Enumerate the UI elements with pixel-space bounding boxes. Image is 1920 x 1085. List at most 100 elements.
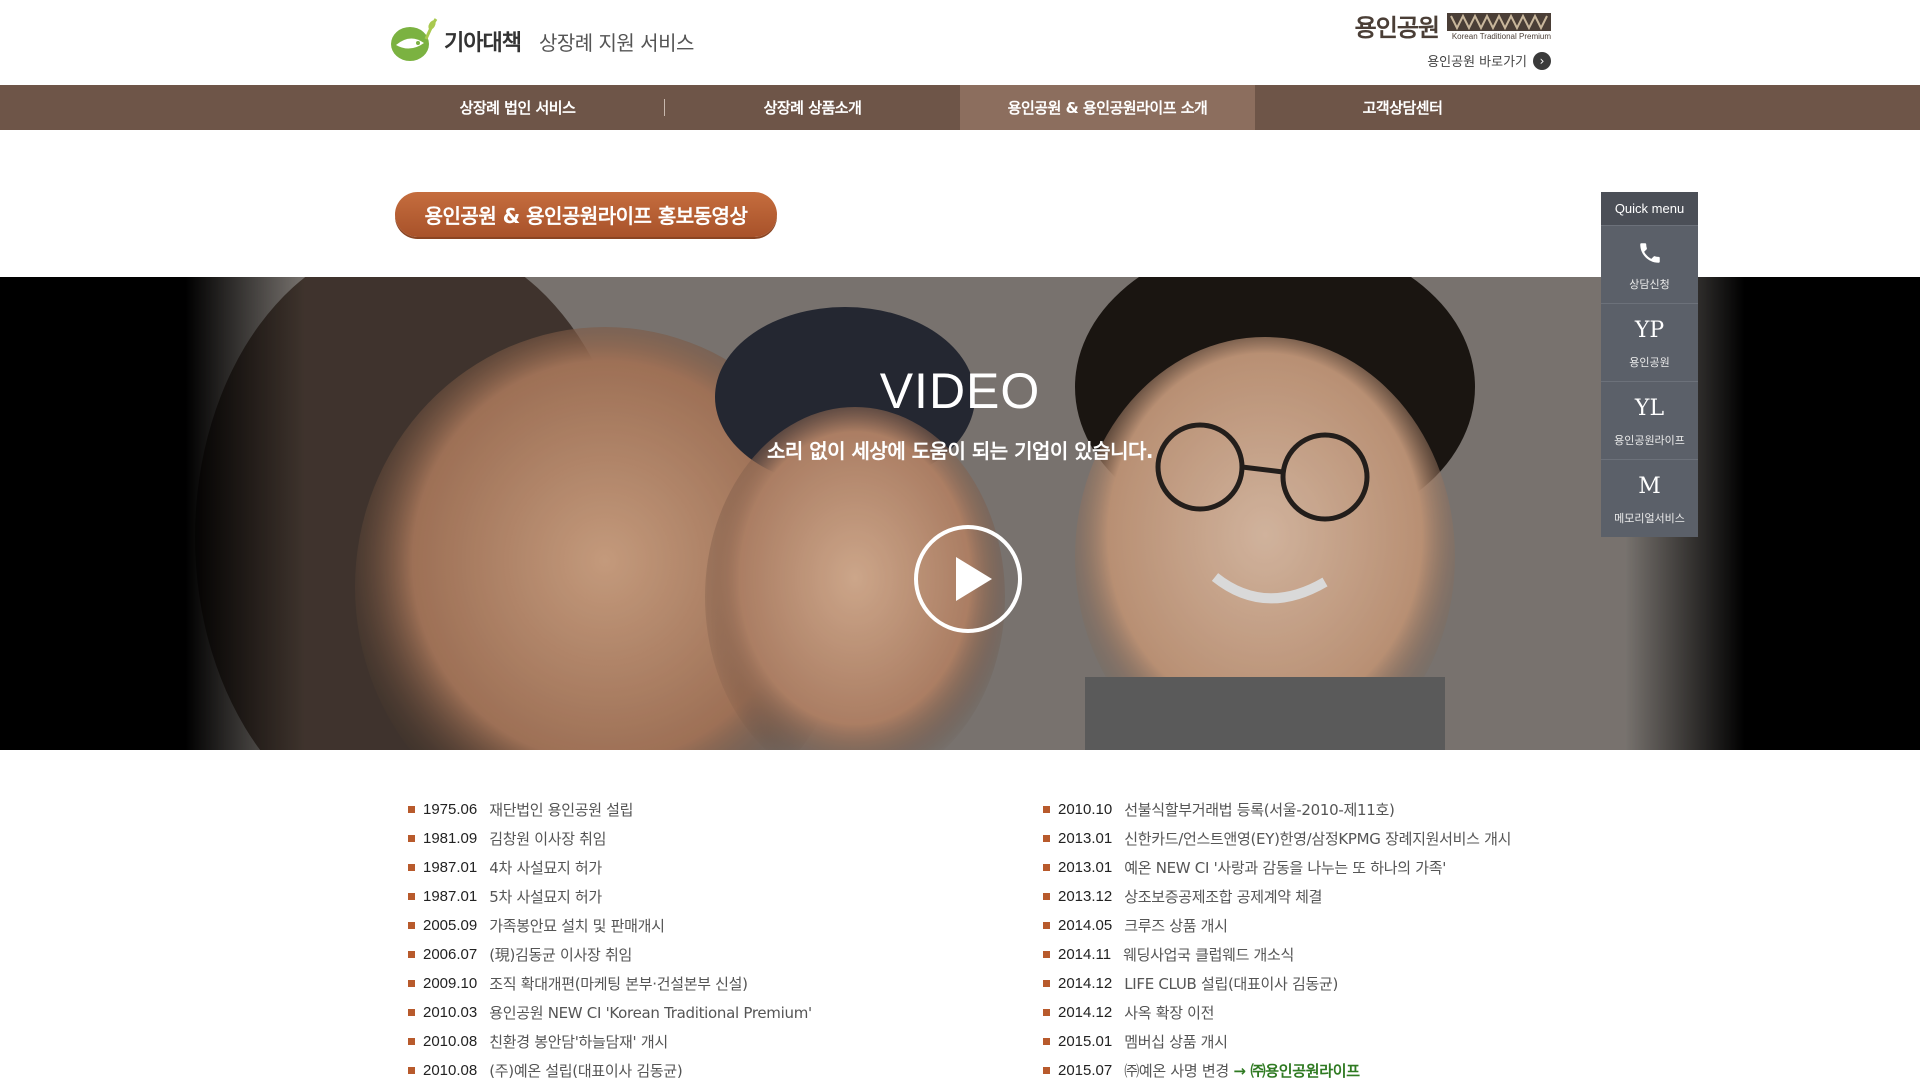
bullet-icon: [1043, 864, 1050, 871]
bullet-icon: [1043, 951, 1050, 958]
history-text: 멤버십 상품 개시: [1124, 1033, 1228, 1051]
history-text: 용인공원 NEW CI 'Korean Traditional Premium': [489, 1004, 812, 1022]
history-text: 크루즈 상품 개시: [1124, 917, 1228, 935]
play-button[interactable]: [914, 525, 1022, 633]
history-date: 1975.06: [423, 801, 478, 818]
bullet-icon: [408, 806, 415, 813]
history-text: 선불식할부거래법 등록(서울-2010-제11호): [1124, 801, 1395, 819]
partner-link[interactable]: 용인공원 바로가기 ›: [1427, 51, 1551, 70]
history-date: 2013.01: [1058, 859, 1113, 876]
history-item: 2010.10 선불식할부거래법 등록(서울-2010-제11호): [1043, 795, 1511, 824]
quick-item-memorial[interactable]: M 메모리얼서비스: [1601, 459, 1698, 537]
history-date: 2013.01: [1058, 830, 1113, 847]
history-item: 1981.09 김창원 이사장 취임: [408, 824, 812, 853]
bullet-icon: [1043, 1009, 1050, 1016]
history-date: 2014.12: [1058, 975, 1113, 992]
history-list-right: 2010.10 선불식할부거래법 등록(서울-2010-제11호) 2013.01…: [1043, 795, 1511, 1085]
history-item: 2014.12 LIFE CLUB 설립(대표이사 김동균): [1043, 969, 1511, 998]
history-text: LIFE CLUB 설립(대표이사 김동균): [1124, 975, 1339, 993]
bullet-icon: [1043, 806, 1050, 813]
partner-brand: 용인공원 Korean Traditional Premium 용인공원 바로가…: [1355, 8, 1551, 70]
bullet-icon: [408, 835, 415, 842]
site-header: 기아대책 상장례 지원 서비스 용인공원 Korean Traditional …: [0, 0, 1920, 85]
history-item: 2010.03 용인공원 NEW CI 'Korean Traditional P…: [408, 998, 812, 1027]
nav-item-products[interactable]: 상장례 상품소개: [665, 85, 960, 130]
bullet-icon: [408, 951, 415, 958]
history-text: (주)예온 설립(대표이사 김동균): [489, 1062, 683, 1080]
history-date: 2005.09: [423, 917, 478, 934]
bullet-icon: [408, 1038, 415, 1045]
history-text: 재단법인 용인공원 설립: [489, 801, 634, 819]
history-date: 2010.08: [423, 1062, 478, 1079]
history-item: 2014.05 크루즈 상품 개시: [1043, 911, 1511, 940]
history-item: 2013.12 상조보증공제조합 공제계약 체결: [1043, 882, 1511, 911]
history-text: 예온 NEW CI '사랑과 감동을 나누는 또 하나의 가족': [1124, 859, 1447, 877]
history-date: 2006.07: [423, 946, 478, 963]
history-item: 2015.07 ㈜예온 사명 변경 → ㈜용인공원라이프: [1043, 1056, 1511, 1085]
history-date: 2014.11: [1058, 946, 1112, 963]
partner-tagline: Korean Traditional Premium: [1451, 31, 1551, 41]
phone-icon: [1637, 238, 1663, 268]
yp-icon: YP: [1634, 318, 1665, 343]
bullet-icon: [1043, 835, 1050, 842]
history-text: (現)김동균 이사장 취임: [489, 946, 632, 964]
m-icon: M: [1638, 474, 1661, 499]
quick-item-yp[interactable]: YP 용인공원: [1601, 303, 1698, 381]
history-text: 가족봉안묘 설치 및 판매개시: [489, 917, 665, 935]
bullet-icon: [1043, 1038, 1050, 1045]
bullet-icon: [1043, 1067, 1050, 1074]
nav-item-customer-center[interactable]: 고객상담센터: [1255, 85, 1550, 130]
history-date: 2010.03: [423, 1004, 478, 1021]
history-item: 2010.08 친환경 봉안담'하늘담재' 개시: [408, 1027, 812, 1056]
history-text: 김창원 이사장 취임: [489, 830, 607, 848]
history-date: 1987.01: [423, 859, 478, 876]
history-item: 2013.01 신한카드/언스트앤영(EY)한영/삼정KPMG 장례지원서비스 개…: [1043, 824, 1511, 853]
history-text-main: ㈜예온 사명 변경: [1124, 1062, 1229, 1080]
history-date: 2015.07: [1058, 1062, 1113, 1079]
history-item: 2014.12 사옥 확장 이전: [1043, 998, 1511, 1027]
service-title: 상장례 지원 서비스: [538, 30, 694, 55]
partner-pattern-logo: Korean Traditional Premium: [1447, 12, 1551, 41]
history-date: 2009.10: [423, 975, 478, 992]
history-date: 1981.09: [423, 830, 478, 847]
history-text: 4차 사설묘지 허가: [489, 859, 602, 877]
history-date: 2010.10: [1058, 801, 1113, 818]
quick-menu-title: Quick menu: [1601, 192, 1698, 225]
history-list-left: 1975.06 재단법인 용인공원 설립 1981.09 김창원 이사장 취임 19…: [408, 795, 812, 1085]
history-text: 상조보증공제조합 공제계약 체결: [1124, 888, 1323, 906]
history-date: 2010.08: [423, 1033, 478, 1050]
history-text: 신한카드/언스트앤영(EY)한영/삼정KPMG 장례지원서비스 개시: [1124, 830, 1512, 848]
quick-item-consult[interactable]: 상담신청: [1601, 225, 1698, 303]
quick-menu: Quick menu 상담신청 YP 용인공원 YL 용인공원라이프 M 메모리…: [1601, 192, 1698, 537]
history-item: 2010.08 (주)예온 설립(대표이사 김동균): [408, 1056, 812, 1085]
history-text: 웨딩사업국 클럽웨드 개소식: [1123, 946, 1295, 964]
history-text: 5차 사설묘지 허가: [489, 888, 602, 906]
history-date: 2015.01: [1058, 1033, 1113, 1050]
history-text: 친환경 봉안담'하늘담재' 개시: [489, 1033, 668, 1051]
fish-leaf-logo-icon: [388, 17, 438, 65]
play-icon: [956, 557, 992, 601]
brand-name: 기아대책: [444, 31, 522, 56]
history-text: 사옥 확장 이전: [1124, 1004, 1215, 1022]
history-item: 1987.01 5차 사설묘지 허가: [408, 882, 812, 911]
bullet-icon: [1043, 922, 1050, 929]
yl-icon: YL: [1634, 396, 1665, 421]
nav-item-label: 상장례 법인 서비스: [459, 99, 576, 117]
bullet-icon: [1043, 980, 1050, 987]
site-logo[interactable]: 기아대책 상장례 지원 서비스: [388, 17, 694, 65]
chevron-right-icon: ›: [1533, 51, 1551, 70]
bullet-icon: [408, 893, 415, 900]
history-item: 2006.07 (現)김동균 이사장 취임: [408, 940, 812, 969]
history-item: 2013.01 예온 NEW CI '사랑과 감동을 나누는 또 하나의 가족': [1043, 853, 1511, 882]
history-item: 1975.06 재단법인 용인공원 설립: [408, 795, 812, 824]
nav-item-corporate-service[interactable]: 상장례 법인 서비스: [370, 85, 665, 130]
bullet-icon: [408, 864, 415, 871]
quick-item-label: 상담신청: [1629, 277, 1670, 291]
history-date: 2013.12: [1058, 888, 1113, 905]
quick-item-yl[interactable]: YL 용인공원라이프: [1601, 381, 1698, 459]
quick-item-label: 메모리얼서비스: [1614, 511, 1685, 525]
nav-item-yongin-intro[interactable]: 용인공원 & 용인공원라이프 소개: [960, 85, 1255, 130]
video-thumbnail-image: [185, 277, 1745, 750]
history-item: 2015.01 멤버십 상품 개시: [1043, 1027, 1511, 1056]
partner-link-label: 용인공원 바로가기: [1427, 55, 1527, 70]
